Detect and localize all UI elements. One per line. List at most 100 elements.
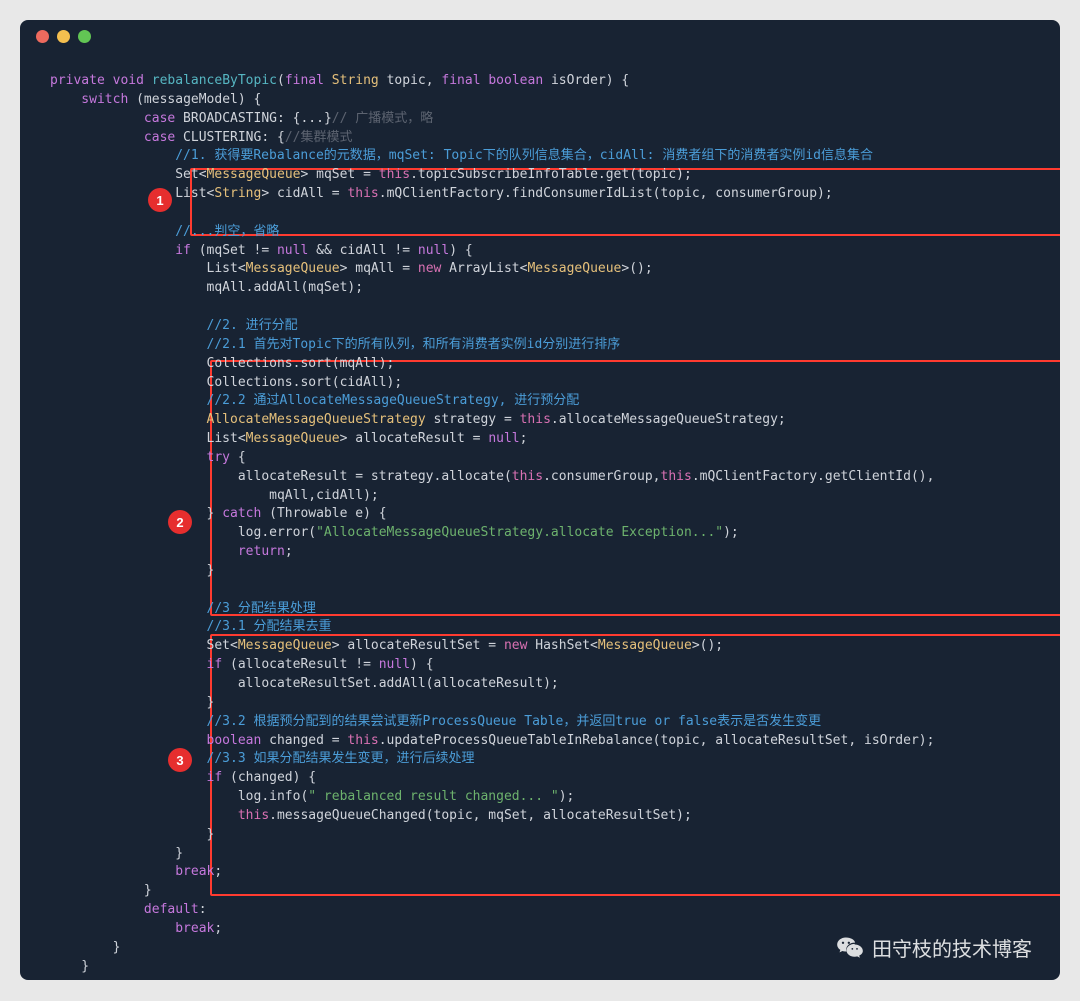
code-text: } bbox=[50, 846, 183, 861]
code-text: .consumerGroup, bbox=[543, 469, 660, 484]
code-content: private void rebalanceByTopic(final Stri… bbox=[20, 52, 1060, 980]
keyword: catch bbox=[222, 506, 261, 521]
type: String bbox=[332, 73, 379, 88]
code-text: } bbox=[50, 959, 89, 974]
code-text: } bbox=[50, 940, 120, 955]
minimize-icon[interactable] bbox=[57, 30, 70, 43]
keyword: case bbox=[50, 130, 175, 145]
keyword: null bbox=[488, 431, 519, 446]
code-text: ; bbox=[214, 864, 222, 879]
close-icon[interactable] bbox=[36, 30, 49, 43]
type: MessageQueue bbox=[246, 261, 340, 276]
code-text: >(); bbox=[692, 638, 723, 653]
code-window: 1 2 3 private void rebalanceByTopic(fina… bbox=[20, 20, 1060, 980]
code-text: .messageQueueChanged(topic, mqSet, alloc… bbox=[269, 808, 692, 823]
keyword: this bbox=[512, 469, 543, 484]
code-text: } bbox=[50, 506, 222, 521]
type: MessageQueue bbox=[527, 261, 621, 276]
keyword: null bbox=[418, 243, 449, 258]
comment: //3.1 分配结果去重 bbox=[50, 619, 332, 634]
type: MessageQueue bbox=[246, 431, 340, 446]
type: MessageQueue bbox=[238, 638, 332, 653]
code-text: ; bbox=[214, 921, 222, 936]
code-text: (changed) { bbox=[222, 770, 316, 785]
code-text bbox=[50, 808, 238, 823]
code-text: isOrder) { bbox=[543, 73, 629, 88]
comment: //3.2 根据预分配到的结果尝试更新ProcessQueue Table，并返… bbox=[50, 714, 821, 729]
code-text: (messageModel) { bbox=[128, 92, 261, 107]
keyword: default bbox=[50, 902, 199, 917]
code-text: changed = bbox=[261, 733, 347, 748]
keyword: return bbox=[50, 544, 285, 559]
code-text: (mqSet != bbox=[191, 243, 277, 258]
code-text: } bbox=[50, 827, 214, 842]
code-text: Collections.sort(mqAll); bbox=[50, 356, 394, 371]
keyword: this bbox=[520, 412, 551, 427]
code-text: mqAll,cidAll); bbox=[50, 488, 379, 503]
code-text: > cidAll = bbox=[261, 186, 347, 201]
keyword: if bbox=[50, 657, 222, 672]
code-text: ArrayList< bbox=[441, 261, 527, 276]
code-text: ) { bbox=[410, 657, 433, 672]
code-text: .allocateMessageQueueStrategy; bbox=[551, 412, 786, 427]
code-text: .mQClientFactory.getClientId(), bbox=[692, 469, 935, 484]
keyword: this bbox=[661, 469, 692, 484]
keyword: void bbox=[113, 73, 144, 88]
code-text: mqAll.addAll(mqSet); bbox=[50, 280, 363, 295]
code-text: : bbox=[199, 902, 207, 917]
watermark: 田守枝的技术博客 bbox=[836, 933, 1032, 962]
type: MessageQueue bbox=[598, 638, 692, 653]
keyword: break bbox=[50, 921, 214, 936]
code-text: log.error( bbox=[50, 525, 316, 540]
code-text: (allocateResult != bbox=[222, 657, 379, 672]
code-text: List< bbox=[50, 431, 246, 446]
code-text: && cidAll != bbox=[308, 243, 418, 258]
comment: //2.2 通过AllocateMessageQueueStrategy, 进行… bbox=[50, 393, 579, 408]
code-text: > allocateResult = bbox=[340, 431, 489, 446]
code-text: > mqAll = bbox=[340, 261, 418, 276]
keyword: this bbox=[379, 167, 410, 182]
code-text: Set< bbox=[50, 638, 238, 653]
code-text: List< bbox=[50, 261, 246, 276]
comment: //3.3 如果分配结果发生变更，进行后续处理 bbox=[50, 751, 475, 766]
code-text: allocateResult = strategy.allocate( bbox=[50, 469, 512, 484]
code-text: Collections.sort(cidAll); bbox=[50, 375, 402, 390]
code-text: } bbox=[50, 695, 214, 710]
code-text: > mqSet = bbox=[300, 167, 378, 182]
code-text: CLUSTERING: { bbox=[175, 130, 285, 145]
code-text: ( bbox=[277, 73, 285, 88]
code-text: (Throwable e) { bbox=[261, 506, 386, 521]
keyword: null bbox=[379, 657, 410, 672]
code-text: { bbox=[230, 450, 246, 465]
type: String bbox=[214, 186, 261, 201]
string: "AllocateMessageQueueStrategy.allocate E… bbox=[316, 525, 723, 540]
code-text: ); bbox=[723, 525, 739, 540]
code-text: log.info( bbox=[50, 789, 308, 804]
type: AllocateMessageQueueStrategy bbox=[50, 412, 426, 427]
keyword: if bbox=[50, 770, 222, 785]
wechat-icon bbox=[836, 934, 864, 962]
keyword: null bbox=[277, 243, 308, 258]
keyword: break bbox=[50, 864, 214, 879]
keyword: boolean bbox=[488, 73, 543, 88]
comment: //3 分配结果处理 bbox=[50, 601, 316, 616]
code-text: > allocateResultSet = bbox=[332, 638, 504, 653]
code-text: topic, bbox=[379, 73, 442, 88]
code-text: >(); bbox=[621, 261, 652, 276]
function-name: rebalanceByTopic bbox=[152, 73, 277, 88]
comment: //2.1 首先对Topic下的所有队列，和所有消费者实例id分别进行排序 bbox=[50, 337, 620, 352]
comment: //...判空，省略 bbox=[50, 224, 279, 239]
keyword: if bbox=[50, 243, 191, 258]
maximize-icon[interactable] bbox=[78, 30, 91, 43]
type: MessageQueue bbox=[207, 167, 301, 182]
keyword: boolean bbox=[50, 733, 261, 748]
keyword: case bbox=[50, 111, 175, 126]
comment: // 广播模式，略 bbox=[332, 111, 433, 126]
keyword: this bbox=[238, 808, 269, 823]
code-text: List< bbox=[50, 186, 214, 201]
code-text: allocateResultSet.addAll(allocateResult)… bbox=[50, 676, 559, 691]
titlebar bbox=[20, 20, 1060, 52]
code-text: ; bbox=[520, 431, 528, 446]
keyword: this bbox=[347, 733, 378, 748]
keyword: switch bbox=[50, 92, 128, 107]
